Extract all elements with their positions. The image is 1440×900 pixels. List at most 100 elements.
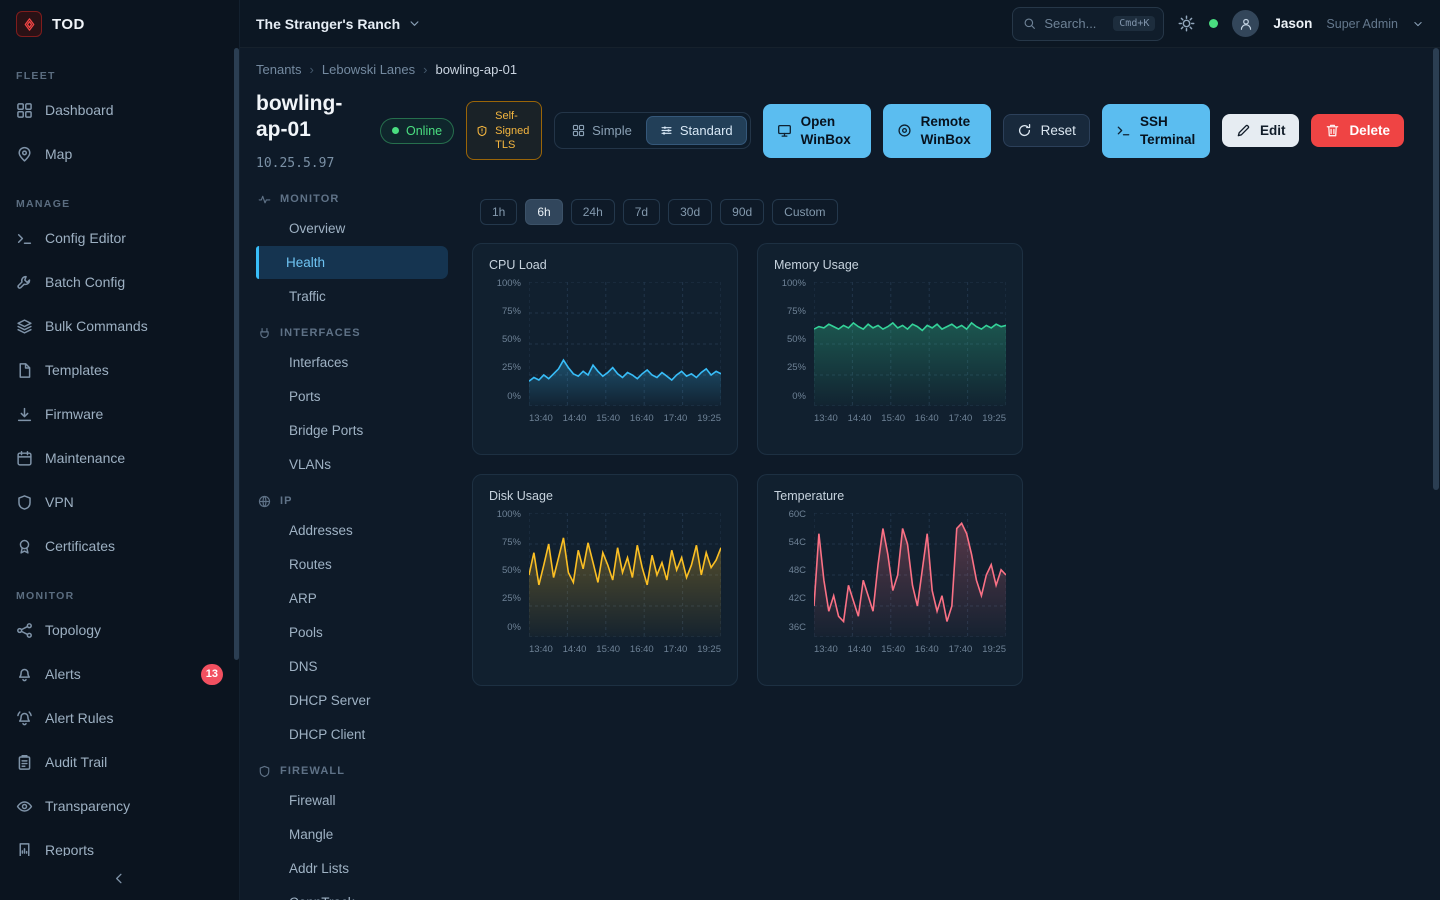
time-range-1h[interactable]: 1h <box>480 199 517 225</box>
edit-button[interactable]: Edit <box>1222 114 1300 147</box>
plug-icon <box>258 327 271 340</box>
subnav-item-interfaces[interactable]: Interfaces <box>256 346 448 379</box>
breadcrumb-item[interactable]: Tenants <box>256 62 302 77</box>
subnav-item-conntrack[interactable]: ConnTrack <box>256 886 448 900</box>
button-label: Open WinBox <box>801 113 857 149</box>
terminal-icon <box>1116 123 1131 138</box>
subnav-item-mangle[interactable]: Mangle <box>256 818 448 851</box>
app-logo[interactable]: TOD <box>0 0 239 48</box>
search-input[interactable] <box>1044 16 1105 31</box>
y-tick-label: 36C <box>789 622 806 633</box>
subnav-item-health[interactable]: Health <box>256 246 448 279</box>
y-tick-label: 25% <box>502 593 521 604</box>
tenant-selector[interactable]: The Stranger's Ranch <box>256 16 421 32</box>
sliders-icon <box>660 124 673 137</box>
subnav-group-label: INTERFACES <box>280 327 361 339</box>
sidebar-item-topology[interactable]: Topology <box>0 608 239 652</box>
x-tick-label: 14:40 <box>848 413 872 424</box>
sidebar-item-label: Alert Rules <box>45 710 223 726</box>
sidebar-item-maintenance[interactable]: Maintenance <box>0 436 239 480</box>
calendar-icon <box>16 450 33 467</box>
y-tick-label: 75% <box>787 306 806 317</box>
refresh-icon <box>1017 123 1032 138</box>
time-range-30d[interactable]: 30d <box>668 199 712 225</box>
y-tick-label: 0% <box>507 622 521 633</box>
y-tick-label: 100% <box>782 278 806 289</box>
subnav-item-addresses[interactable]: Addresses <box>256 514 448 547</box>
time-range-90d[interactable]: 90d <box>720 199 764 225</box>
sidebar-collapse-button[interactable] <box>0 856 239 900</box>
sidebar-item-firmware[interactable]: Firmware <box>0 392 239 436</box>
subnav-item-routes[interactable]: Routes <box>256 548 448 581</box>
subnav-item-vlans[interactable]: VLANs <box>256 448 448 481</box>
sidebar-item-alerts[interactable]: Alerts13 <box>0 652 239 696</box>
x-axis-labels: 13:4014:4015:4016:4017:4019:25 <box>814 413 1006 424</box>
subnav-item-ports[interactable]: Ports <box>256 380 448 413</box>
sidebar-scrollbar[interactable] <box>234 48 239 660</box>
time-range-6h[interactable]: 6h <box>525 199 562 225</box>
view-toggle-standard[interactable]: Standard <box>646 116 747 145</box>
subnav-item-traffic[interactable]: Traffic <box>256 280 448 313</box>
delete-button[interactable]: Delete <box>1311 114 1404 147</box>
eye-icon <box>16 798 33 815</box>
y-tick-label: 50% <box>787 334 806 345</box>
report-icon <box>16 842 33 857</box>
sidebar-section-label-manage: MANAGE <box>16 198 223 210</box>
y-tick-label: 48C <box>789 565 806 576</box>
page-title: bowling-ap-01 <box>256 91 368 144</box>
sidebar-item-certificates[interactable]: Certificates <box>0 524 239 568</box>
button-label: Remote WinBox <box>921 113 977 149</box>
sidebar-section-label-monitor: MONITOR <box>16 590 223 602</box>
subnav-item-overview[interactable]: Overview <box>256 212 448 245</box>
subnav-item-firewall[interactable]: Firewall <box>256 784 448 817</box>
open-winbox-button[interactable]: Open WinBox <box>763 104 871 158</box>
x-tick-label: 15:40 <box>596 644 620 655</box>
time-range-24h[interactable]: 24h <box>571 199 615 225</box>
sidebar-item-reports[interactable]: Reports <box>0 828 239 856</box>
subnav-item-bridge-ports[interactable]: Bridge Ports <box>256 414 448 447</box>
sidebar-item-templates[interactable]: Templates <box>0 348 239 392</box>
time-range-7d[interactable]: 7d <box>623 199 660 225</box>
subnav-item-arp[interactable]: ARP <box>256 582 448 615</box>
chart-plot <box>529 513 721 637</box>
chart-title: Memory Usage <box>774 258 1006 272</box>
app-root: TOD FLEET DashboardMap MANAGE Config Editor… <box>0 0 1440 900</box>
sidebar-item-map[interactable]: Map <box>0 132 239 176</box>
main-scrollbar[interactable] <box>1433 48 1439 490</box>
view-toggle-simple[interactable]: Simple <box>558 116 646 145</box>
sidebar-item-label: Transparency <box>45 798 223 814</box>
chart-plot <box>814 282 1006 406</box>
x-tick-label: 16:40 <box>630 644 654 655</box>
sidebar-item-transparency[interactable]: Transparency <box>0 784 239 828</box>
user-role: Super Admin <box>1326 17 1398 31</box>
subnav-item-addr-lists[interactable]: Addr Lists <box>256 852 448 885</box>
sidebar-section-label-fleet: FLEET <box>16 70 223 82</box>
subnav-item-dhcp-server[interactable]: DHCP Server <box>256 684 448 717</box>
global-search[interactable]: Cmd+K <box>1012 7 1164 41</box>
sidebar-item-batch-config[interactable]: Batch Config <box>0 260 239 304</box>
remote-winbox-button[interactable]: Remote WinBox <box>883 104 991 158</box>
status-label: Online <box>406 124 442 138</box>
sidebar-item-vpn[interactable]: VPN <box>0 480 239 524</box>
time-range-custom[interactable]: Custom <box>772 199 837 225</box>
user-menu-button[interactable] <box>1412 18 1424 30</box>
reset-button[interactable]: Reset <box>1003 114 1090 147</box>
sidebar-item-dashboard[interactable]: Dashboard <box>0 88 239 132</box>
theme-toggle-button[interactable] <box>1178 15 1195 32</box>
ssh-terminal-button[interactable]: SSH Terminal <box>1102 104 1210 158</box>
breadcrumb-separator: › <box>423 62 427 77</box>
subnav-item-dns[interactable]: DNS <box>256 650 448 683</box>
sidebar-item-alert-rules[interactable]: Alert Rules <box>0 696 239 740</box>
sidebar-item-bulk-commands[interactable]: Bulk Commands <box>0 304 239 348</box>
sidebar-item-config-editor[interactable]: Config Editor <box>0 216 239 260</box>
sidebar-item-audit-trail[interactable]: Audit Trail <box>0 740 239 784</box>
breadcrumb-item[interactable]: Lebowski Lanes <box>322 62 415 77</box>
x-tick-label: 14:40 <box>563 644 587 655</box>
y-tick-label: 60C <box>789 509 806 520</box>
subnav-item-pools[interactable]: Pools <box>256 616 448 649</box>
device-body: MONITOROverviewHealthTrafficINTERFACESIn… <box>256 189 1416 900</box>
subnav-item-dhcp-client[interactable]: DHCP Client <box>256 718 448 751</box>
chart-plot <box>814 513 1006 637</box>
user-avatar[interactable] <box>1232 10 1259 37</box>
x-tick-label: 19:25 <box>697 644 721 655</box>
